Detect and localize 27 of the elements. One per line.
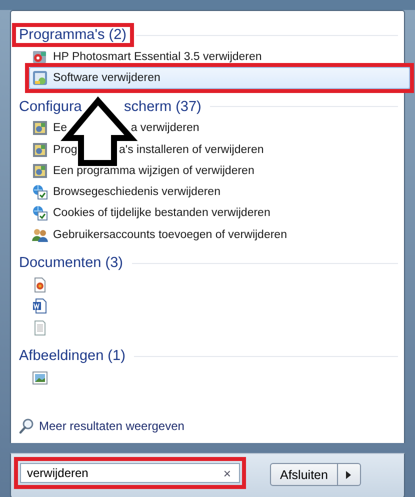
result-label: Een programma wijzigen of verwijderen [53, 164, 254, 177]
result-item[interactable]: HP Photosmart Essential 3.5 verwijderen [29, 46, 410, 68]
section-heading: Afbeeldingen (1) [19, 348, 126, 364]
result-label: Software verwijderen [53, 72, 160, 84]
result-label: Prog [53, 144, 78, 156]
result-label: Ee [53, 122, 68, 134]
result-item[interactable]: Software verwijderen [29, 67, 410, 89]
shutdown-button[interactable]: Afsluiten [270, 463, 338, 486]
result-item[interactable]: Gebruikersaccounts toevoegen of verwijderen [29, 224, 410, 246]
result-label: Cookies of tijdelijke bestanden verwijderen [53, 207, 270, 220]
section-heading: Programma's (2) [19, 27, 127, 43]
section-heading: Configura [19, 98, 82, 115]
result-item[interactable]: Ee a verwijderen [29, 118, 410, 139]
section-heading: scherm (37) [124, 98, 202, 115]
result-item[interactable]: Een programma wijzigen of verwijderen [29, 160, 410, 182]
more-results-link[interactable]: Meer resultaten weergeven [19, 418, 184, 434]
section-heading: Documenten (3) [19, 255, 123, 272]
clear-button[interactable]: × [221, 466, 233, 480]
result-item[interactable]: Cookies of tijdelijke bestanden verwijderen [29, 202, 410, 224]
result-label: HP Photosmart Essential 3.5 verwijderen [53, 50, 262, 63]
result-label: a verwijderen [130, 122, 200, 134]
result-item[interactable]: Browsegeschiedenis verwijderen [29, 181, 410, 203]
result-label: Browsegeschiedenis verwijderen [53, 186, 220, 198]
search-field[interactable]: verwijderen × [20, 463, 240, 483]
result-item[interactable]: Prog a's installeren of verwijderen [29, 138, 410, 160]
result-label: a's installeren of verwijderen [119, 144, 264, 156]
result-label: Gebruikersaccounts toevoegen of verwijderen [53, 228, 287, 241]
